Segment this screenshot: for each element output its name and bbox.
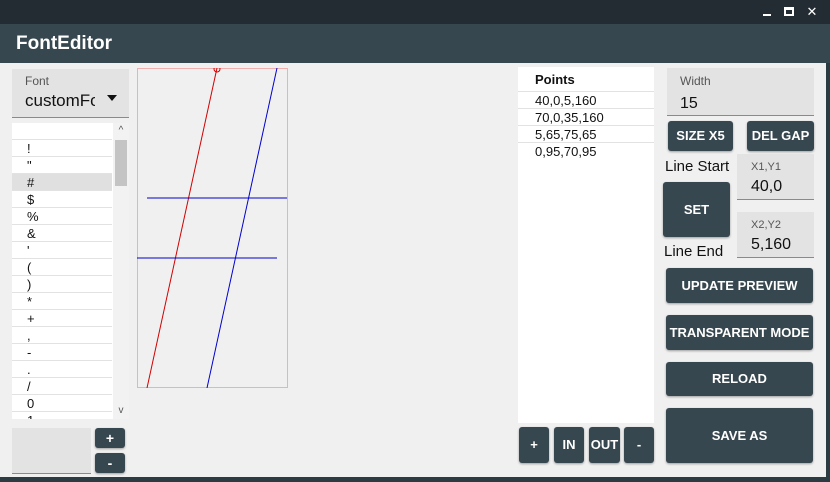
zoom-in-button[interactable]: IN [554,427,584,463]
preview-box [12,428,91,474]
line-start-field[interactable]: X1,Y1 40,0 [737,154,814,200]
del-gap-button[interactable]: DEL GAP [747,121,814,151]
width-field-label: Width [680,74,711,88]
scroll-thumb[interactable] [115,140,127,186]
character-list-item[interactable]: . [12,361,112,378]
point-list-item[interactable]: 0,95,70,95 [518,142,654,159]
scroll-up-icon[interactable]: ^ [113,123,129,139]
character-list-item[interactable]: 1 [12,412,112,419]
save-as-button[interactable]: SAVE AS [666,408,813,463]
dropdown-arrow-icon[interactable] [107,95,117,101]
line-start-field-label: X1,Y1 [751,161,781,173]
character-list-item[interactable]: - [12,344,112,361]
add-point-button[interactable]: + [519,427,549,463]
line-start-label: Line Start [665,158,730,175]
points-header: Points [535,72,575,87]
app-bar: FontEditor [0,24,830,63]
minimize-bar [763,14,771,16]
character-list-item[interactable]: $ [12,191,112,208]
line-end-field-label: X2,Y2 [751,219,781,231]
zoom-out-button[interactable]: OUT [589,427,620,463]
points-rows: 40,0,5,160 70,0,35,160 5,65,75,65 0,95,70,9… [518,91,654,159]
update-preview-button[interactable]: UPDATE PREVIEW [666,268,813,303]
add-character-button[interactable]: + [95,428,125,448]
font-dropdown[interactable]: Font customFont [12,69,129,118]
minimize-icon[interactable] [758,3,776,21]
character-list-item[interactable]: / [12,378,112,395]
point-list-item[interactable]: 5,65,75,65 [518,125,654,142]
line-start-field-value: 40,0 [751,178,783,195]
glyph-line[interactable] [206,68,278,388]
character-list-item[interactable]: ( [12,259,112,276]
character-list[interactable]: !"#$%&'()*+,-./01 ^ v [12,123,129,419]
app-title: FontEditor [16,33,113,54]
set-button[interactable]: SET [663,182,730,237]
remove-character-button[interactable]: - [95,453,125,473]
character-list-item[interactable]: + [12,310,112,327]
points-list[interactable]: Points 40,0,5,160 70,0,35,160 5,65,75,65 0,… [518,67,654,423]
character-list-rows: !"#$%&'()*+,-./01 [12,123,112,419]
character-list-item[interactable]: ' [12,242,112,259]
font-dropdown-label: Font [25,74,50,88]
close-icon[interactable]: ✕ [803,3,821,21]
scroll-down-icon[interactable]: v [113,403,129,419]
transparent-mode-button[interactable]: TRANSPARENT MODE [666,315,813,350]
point-list-item[interactable]: 70,0,35,160 [518,108,654,125]
character-list-item[interactable]: & [12,225,112,242]
main-content: Font customFont !"#$%&'()*+,-./01 ^ v + … [0,63,826,477]
character-list-item[interactable]: * [12,293,112,310]
character-list-item[interactable]: ) [12,276,112,293]
line-end-field-value: 5,160 [751,236,792,253]
maximize-box [784,7,794,16]
window-edge-bottom [0,477,830,482]
line-end-field[interactable]: X2,Y2 5,160 [737,212,814,258]
character-list-item[interactable]: % [12,208,112,225]
character-list-item[interactable] [12,123,112,140]
size-x5-button[interactable]: SIZE X5 [668,121,733,151]
character-list-item[interactable]: ! [12,140,112,157]
width-field-value: 15 [680,95,698,112]
glyph-bounds [137,68,288,388]
maximize-icon[interactable] [780,3,798,21]
character-list-item[interactable]: , [12,327,112,344]
glyph-canvas[interactable] [137,68,288,388]
character-list-scrollbar[interactable]: ^ v [113,123,129,419]
window-edge-right [826,63,830,477]
window-titlebar: ✕ [0,0,830,24]
character-list-item[interactable]: # [12,174,112,191]
width-field[interactable]: Width 15 [667,68,814,116]
character-list-item[interactable]: " [12,157,112,174]
reload-button[interactable]: RELOAD [666,362,813,396]
line-end-label: Line End [664,243,724,260]
character-list-item[interactable]: 0 [12,395,112,412]
glyph-line-selected[interactable] [146,68,218,388]
point-list-item[interactable]: 40,0,5,160 [518,91,654,108]
remove-point-button[interactable]: - [624,427,654,463]
font-dropdown-value: customFont [25,91,95,110]
